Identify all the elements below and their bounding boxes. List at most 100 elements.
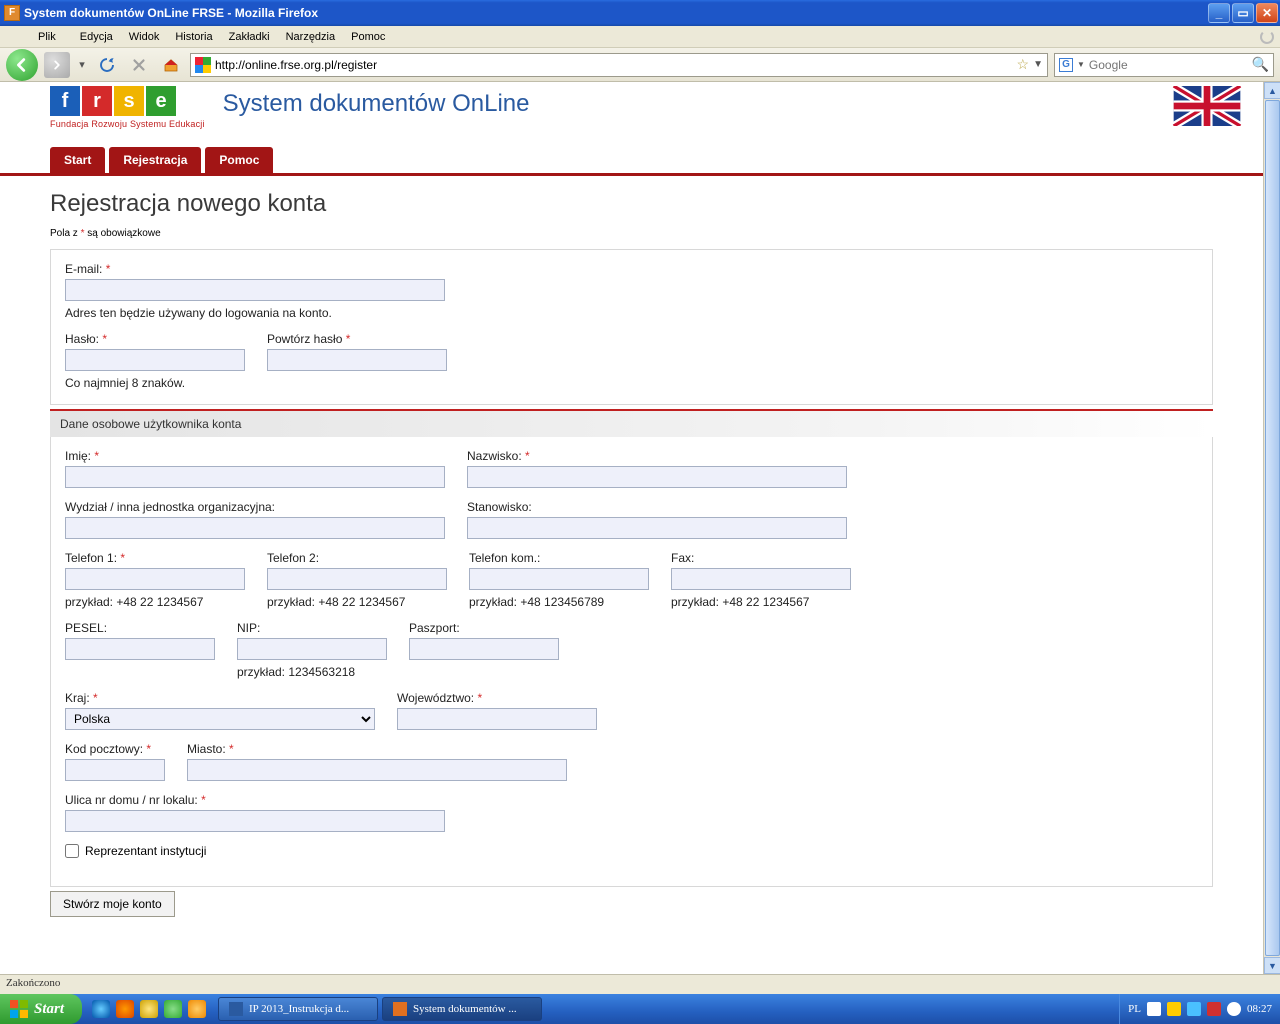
system-title: System dokumentów OnLine — [223, 86, 530, 118]
url-dropdown-icon[interactable]: ▼ — [1033, 59, 1043, 70]
page-body: frse Fundacja Rozwoju Systemu Edukacji S… — [0, 82, 1263, 974]
ql-firefox-icon[interactable] — [116, 1000, 134, 1018]
hint-password: Co najmniej 8 znaków. — [65, 376, 245, 390]
email-field[interactable] — [65, 279, 445, 301]
url-input[interactable] — [215, 58, 1013, 72]
nazwisko-field[interactable] — [467, 466, 847, 488]
scroll-thumb[interactable] — [1265, 100, 1280, 956]
bookmark-star-icon[interactable]: ☆ — [1017, 56, 1030, 73]
password-field[interactable] — [65, 349, 245, 371]
kraj-select[interactable]: Polska — [65, 708, 375, 730]
menu-zakladki[interactable]: Zakładki — [221, 29, 278, 45]
miasto-field[interactable] — [187, 759, 567, 781]
firefox-task-icon — [393, 1002, 407, 1016]
menu-narzedzia[interactable]: Narzędzia — [278, 29, 344, 45]
label-password-repeat: Powtórz hasło * — [267, 332, 447, 346]
tray-icon-4[interactable] — [1207, 1002, 1221, 1016]
taskbar-item-word[interactable]: IP 2013_Instrukcja d... — [218, 997, 378, 1021]
paszport-field[interactable] — [409, 638, 559, 660]
tab-pomoc[interactable]: Pomoc — [205, 147, 273, 173]
menu-edycja[interactable]: Edycja — [72, 29, 121, 45]
search-bar[interactable]: G ▼ 🔍 — [1054, 53, 1274, 77]
tray-clock[interactable]: 08:27 — [1247, 1003, 1272, 1015]
search-go-icon[interactable]: 🔍 — [1252, 56, 1269, 73]
taskbar-item-firefox[interactable]: System dokumentów ... — [382, 997, 542, 1021]
nip-field[interactable] — [237, 638, 387, 660]
back-button[interactable] — [6, 49, 38, 81]
stop-button[interactable] — [126, 52, 152, 78]
ulica-field[interactable] — [65, 810, 445, 832]
ql-app5-icon[interactable] — [188, 1000, 206, 1018]
personal-panel: Imię: * Nazwisko: * Wydział / inna jedno… — [50, 437, 1213, 887]
imie-field[interactable] — [65, 466, 445, 488]
stanowisko-field[interactable] — [467, 517, 847, 539]
tray-lang[interactable]: PL — [1128, 1003, 1141, 1015]
tray-icon-5[interactable] — [1227, 1002, 1241, 1016]
hint-tel2: przykład: +48 22 1234567 — [267, 595, 447, 609]
ql-show-desktop-icon[interactable] — [140, 1000, 158, 1018]
ql-ie-icon[interactable] — [92, 1000, 110, 1018]
submit-button[interactable]: Stwórz moje konto — [50, 891, 175, 917]
tray-icon-1[interactable] — [1147, 1002, 1161, 1016]
vertical-scrollbar[interactable]: ▲ ▼ — [1263, 82, 1280, 974]
reprezentant-checkbox[interactable] — [65, 844, 79, 858]
label-reprezentant: Reprezentant instytucji — [85, 844, 206, 858]
tray-icon-3[interactable] — [1187, 1002, 1201, 1016]
google-engine-icon[interactable]: G — [1059, 58, 1073, 72]
password-repeat-field[interactable] — [267, 349, 447, 371]
tab-rejestracja[interactable]: Rejestracja — [109, 147, 201, 173]
menu-plik[interactable]: Plik — [6, 29, 72, 45]
scroll-down-icon[interactable]: ▼ — [1264, 957, 1280, 974]
label-nazwisko: Nazwisko: * — [467, 449, 847, 463]
woj-field[interactable] — [397, 708, 597, 730]
hint-fax: przykład: +48 22 1234567 — [671, 595, 851, 609]
nav-history-dropdown[interactable]: ▾ — [76, 52, 88, 78]
window-close-button[interactable]: ✕ — [1256, 3, 1278, 23]
menu-pomoc[interactable]: Pomoc — [343, 29, 393, 45]
label-email: E-mail: * — [65, 262, 445, 276]
label-ulica: Ulica nr domu / nr lokalu: * — [65, 793, 445, 807]
telkom-field[interactable] — [469, 568, 649, 590]
wydzial-field[interactable] — [65, 517, 445, 539]
windows-taskbar: Start IP 2013_Instrukcja d... System dok… — [0, 994, 1280, 1024]
label-password: Hasło: * — [65, 332, 245, 346]
logo-subtitle: Fundacja Rozwoju Systemu Edukacji — [50, 119, 205, 129]
reprezentant-row[interactable]: Reprezentant instytucji — [65, 844, 1198, 858]
tray-icon-2[interactable] — [1167, 1002, 1181, 1016]
ql-app4-icon[interactable] — [164, 1000, 182, 1018]
window-title: System dokumentów OnLine FRSE - Mozilla … — [24, 6, 1208, 20]
hint-email: Adres ten będzie używany do logowania na… — [65, 306, 445, 320]
kod-field[interactable] — [65, 759, 165, 781]
window-maximize-button[interactable]: ▭ — [1232, 3, 1254, 23]
page-heading: Rejestracja nowego konta — [50, 190, 1213, 218]
language-switch-uk-flag[interactable] — [1171, 86, 1243, 126]
window-titlebar: F System dokumentów OnLine FRSE - Mozill… — [0, 0, 1280, 26]
fax-field[interactable] — [671, 568, 851, 590]
menu-widok[interactable]: Widok — [121, 29, 168, 45]
frse-logo: frse Fundacja Rozwoju Systemu Edukacji — [50, 86, 205, 129]
menu-historia[interactable]: Historia — [167, 29, 220, 45]
home-button[interactable] — [158, 52, 184, 78]
scroll-up-icon[interactable]: ▲ — [1264, 82, 1280, 99]
label-wydzial: Wydział / inna jednostka organizacyjna: — [65, 500, 445, 514]
main-tabs: Start Rejestracja Pomoc — [0, 147, 1263, 173]
pesel-field[interactable] — [65, 638, 215, 660]
start-button[interactable]: Start — [0, 994, 82, 1024]
label-tel2: Telefon 2: — [267, 551, 447, 565]
window-minimize-button[interactable]: _ — [1208, 3, 1230, 23]
label-nip: NIP: — [237, 621, 387, 635]
label-paszport: Paszport: — [409, 621, 559, 635]
credentials-panel: E-mail: * Adres ten będzie używany do lo… — [50, 249, 1213, 405]
quick-launch — [82, 1000, 216, 1018]
search-input[interactable] — [1089, 58, 1248, 72]
forward-button[interactable] — [44, 52, 70, 78]
url-bar[interactable]: ☆ ▼ — [190, 53, 1048, 77]
label-tel1: Telefon 1: * — [65, 551, 245, 565]
reload-button[interactable] — [94, 52, 120, 78]
tel1-field[interactable] — [65, 568, 245, 590]
label-kraj: Kraj: * — [65, 691, 375, 705]
tel2-field[interactable] — [267, 568, 447, 590]
label-fax: Fax: — [671, 551, 851, 565]
tab-start[interactable]: Start — [50, 147, 105, 173]
search-engine-dropdown-icon[interactable]: ▼ — [1077, 60, 1085, 69]
